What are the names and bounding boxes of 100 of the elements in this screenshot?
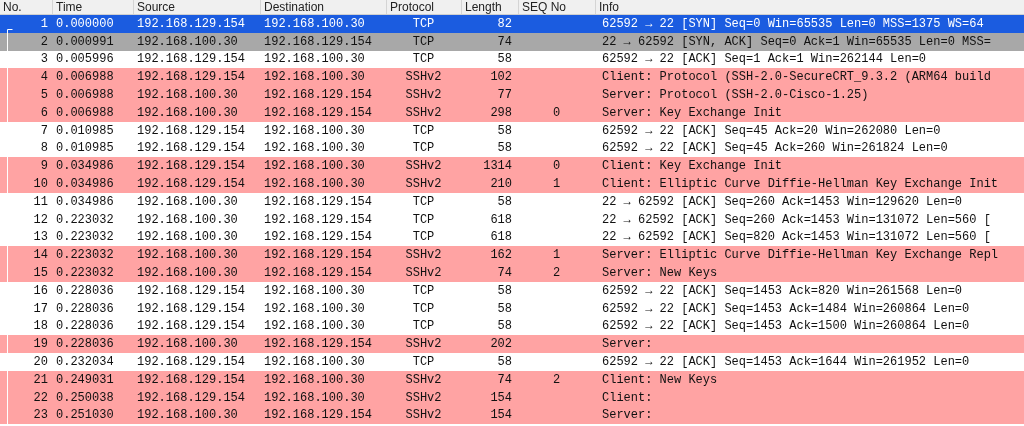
table-cell: SSHv2: [405, 267, 442, 280]
table-cell: 20: [33, 356, 48, 369]
table-cell: 162: [490, 249, 512, 262]
packet-row[interactable]: 10 0.034986 192.168.129.154 192.168.100.30 SSHv2 210 1 Client: Elliptic Curve Diffie-Hellman Key Exchange Init: [0, 175, 1024, 193]
table-cell: SSHv2: [405, 89, 442, 102]
table-cell: 192.168.100.30: [264, 17, 365, 30]
table-cell: 13: [33, 231, 48, 244]
table-cell: 618: [490, 213, 512, 226]
table-cell: 1: [40, 17, 48, 30]
table-cell: 192.168.100.30: [264, 391, 365, 404]
table-cell: TCP: [412, 284, 435, 297]
table-cell: TCP: [412, 356, 435, 369]
table-cell: 192.168.129.154: [264, 249, 373, 262]
table-cell: 0.005996: [56, 53, 114, 66]
table-cell: 192.168.100.30: [137, 267, 238, 280]
table-cell: 0: [552, 160, 561, 173]
table-cell: 22 → 62592 [ACK] Seq=260 Ack=1453 Win=129620 Len=0: [602, 195, 963, 208]
table-cell: Server: Protocol (SSH-2.0-Cisco-1.25): [602, 89, 869, 102]
table-cell: 192.168.129.154: [137, 71, 246, 84]
table-cell: 1: [552, 178, 561, 191]
table-cell: 0.223032: [56, 267, 114, 280]
table-cell: TCP: [412, 213, 435, 226]
table-cell: 202: [490, 338, 512, 351]
column-header[interactable]: Info: [595, 0, 1024, 14]
table-cell: 0.223032: [56, 213, 114, 226]
table-cell: 154: [490, 391, 512, 404]
table-cell: 192.168.129.154: [264, 231, 373, 244]
table-cell: 58: [497, 320, 512, 333]
table-cell: 0.000000: [56, 17, 114, 30]
table-cell: 192.168.100.30: [264, 284, 365, 297]
table-cell: 192.168.129.154: [264, 89, 373, 102]
table-cell: Client: New Keys: [602, 373, 718, 386]
table-cell: 2: [40, 35, 48, 48]
packet-row[interactable]: 1 0.000000 192.168.129.154 192.168.100.30 TCP 82 62592 → 22 [SYN] Seq=0 Win=65535 Len=0 MSS=1375 WS=64: [0, 15, 1024, 33]
table-cell: 210: [490, 178, 512, 191]
table-cell: 102: [490, 71, 512, 84]
table-cell: 4: [40, 71, 48, 84]
table-cell: 192.168.100.30: [264, 302, 365, 315]
table-cell: 62592 → 22 [ACK] Seq=1453 Ack=1484 Win=260864 Len=0: [602, 302, 970, 315]
column-header[interactable]: Destination: [260, 0, 386, 14]
table-cell: 7: [40, 124, 48, 137]
table-cell: 74: [497, 35, 512, 48]
table-cell: 3: [40, 53, 48, 66]
table-cell: 192.168.129.154: [264, 267, 373, 280]
table-cell: Client:: [602, 391, 653, 404]
table-cell: 192.168.100.30: [264, 71, 365, 84]
table-cell: 192.168.129.154: [137, 160, 246, 173]
packet-row[interactable]: 19 0.228036 192.168.100.30 192.168.129.154 SSHv2 202 Server:: [0, 335, 1024, 354]
packet-row[interactable]: 5 0.006988 192.168.100.30 192.168.129.154 SSHv2 77 Server: Protocol (SSH-2.0-Cisco-1.25): [0, 86, 1024, 104]
table-cell: 0.010985: [56, 124, 114, 137]
table-cell: 0.034986: [56, 195, 114, 208]
table-cell: 192.168.100.30: [137, 213, 238, 226]
table-cell: 192.168.100.30: [264, 320, 365, 333]
table-cell: 154: [490, 409, 512, 422]
table-cell: 0.228036: [56, 320, 114, 333]
table-cell: 17: [33, 302, 48, 315]
packet-row[interactable]: 15 0.223032 192.168.100.30 192.168.129.154 SSHv2 74 2 Server: New Keys: [0, 264, 1024, 282]
table-cell: 9: [40, 160, 48, 173]
table-cell: 192.168.129.154: [264, 35, 373, 48]
table-cell: 12: [33, 213, 48, 226]
table-cell: 58: [497, 142, 512, 155]
table-cell: 62592 → 22 [ACK] Seq=45 Ack=260 Win=261824 Len=0: [602, 142, 948, 155]
table-cell: 0.232034: [56, 356, 114, 369]
column-header[interactable]: No.: [0, 0, 52, 14]
table-cell: 18: [33, 320, 48, 333]
column-header[interactable]: Length: [461, 0, 518, 14]
packet-row[interactable]: 9 0.034986 192.168.129.154 192.168.100.30 SSHv2 1314 0 Client: Key Exchange Init: [0, 157, 1024, 176]
table-cell: 15: [33, 267, 48, 280]
table-cell: 58: [497, 53, 512, 66]
table-cell: Client: Elliptic Curve Diffie-Hellman Key Exchange Init: [602, 178, 999, 191]
table-cell: 192.168.129.154: [137, 17, 246, 30]
table-cell: TCP: [412, 320, 435, 333]
column-header[interactable]: Source: [133, 0, 260, 14]
table-cell: SSHv2: [405, 106, 442, 119]
column-header[interactable]: SEQ No: [518, 0, 595, 14]
table-cell: Server:: [602, 409, 653, 422]
table-cell: SSHv2: [405, 391, 442, 404]
table-cell: 192.168.129.154: [264, 338, 373, 351]
table-cell: SSHv2: [405, 160, 442, 173]
table-cell: 58: [497, 356, 512, 369]
column-header[interactable]: Time: [52, 0, 133, 14]
column-header[interactable]: Protocol: [386, 0, 461, 14]
table-cell: 74: [497, 373, 512, 386]
table-cell: 0.250038: [56, 391, 114, 404]
table-cell: 0.010985: [56, 142, 114, 155]
packet-row[interactable]: 4 0.006988 192.168.129.154 192.168.100.30 SSHv2 102 Client: Protocol (SSH-2.0-SecureCRT_9.3.2 (ARM64 build: [0, 68, 1024, 87]
table-cell: 0.228036: [56, 284, 114, 297]
table-cell: 74: [497, 267, 512, 280]
table-cell: 0.006988: [56, 71, 114, 84]
table-cell: 22 → 62592 [SYN, ACK] Seq=0 Ack=1 Win=65535 Len=0 MSS=: [602, 35, 991, 48]
table-cell: 5: [40, 89, 48, 102]
table-cell: 14: [33, 249, 48, 262]
table-cell: 192.168.100.30: [137, 338, 238, 351]
table-cell: 192.168.129.154: [137, 142, 246, 155]
table-cell: 62592 → 22 [ACK] Seq=45 Ack=20 Win=262080 Len=0: [602, 124, 941, 137]
table-cell: SSHv2: [405, 71, 442, 84]
table-cell: 192.168.100.30: [264, 178, 365, 191]
packet-row[interactable]: 14 0.223032 192.168.100.30 192.168.129.154 SSHv2 162 1 Server: Elliptic Curve Diffie-Hellman Key Exchange Repl: [0, 246, 1024, 265]
table-cell: 11: [33, 195, 48, 208]
table-cell: SSHv2: [405, 409, 442, 422]
